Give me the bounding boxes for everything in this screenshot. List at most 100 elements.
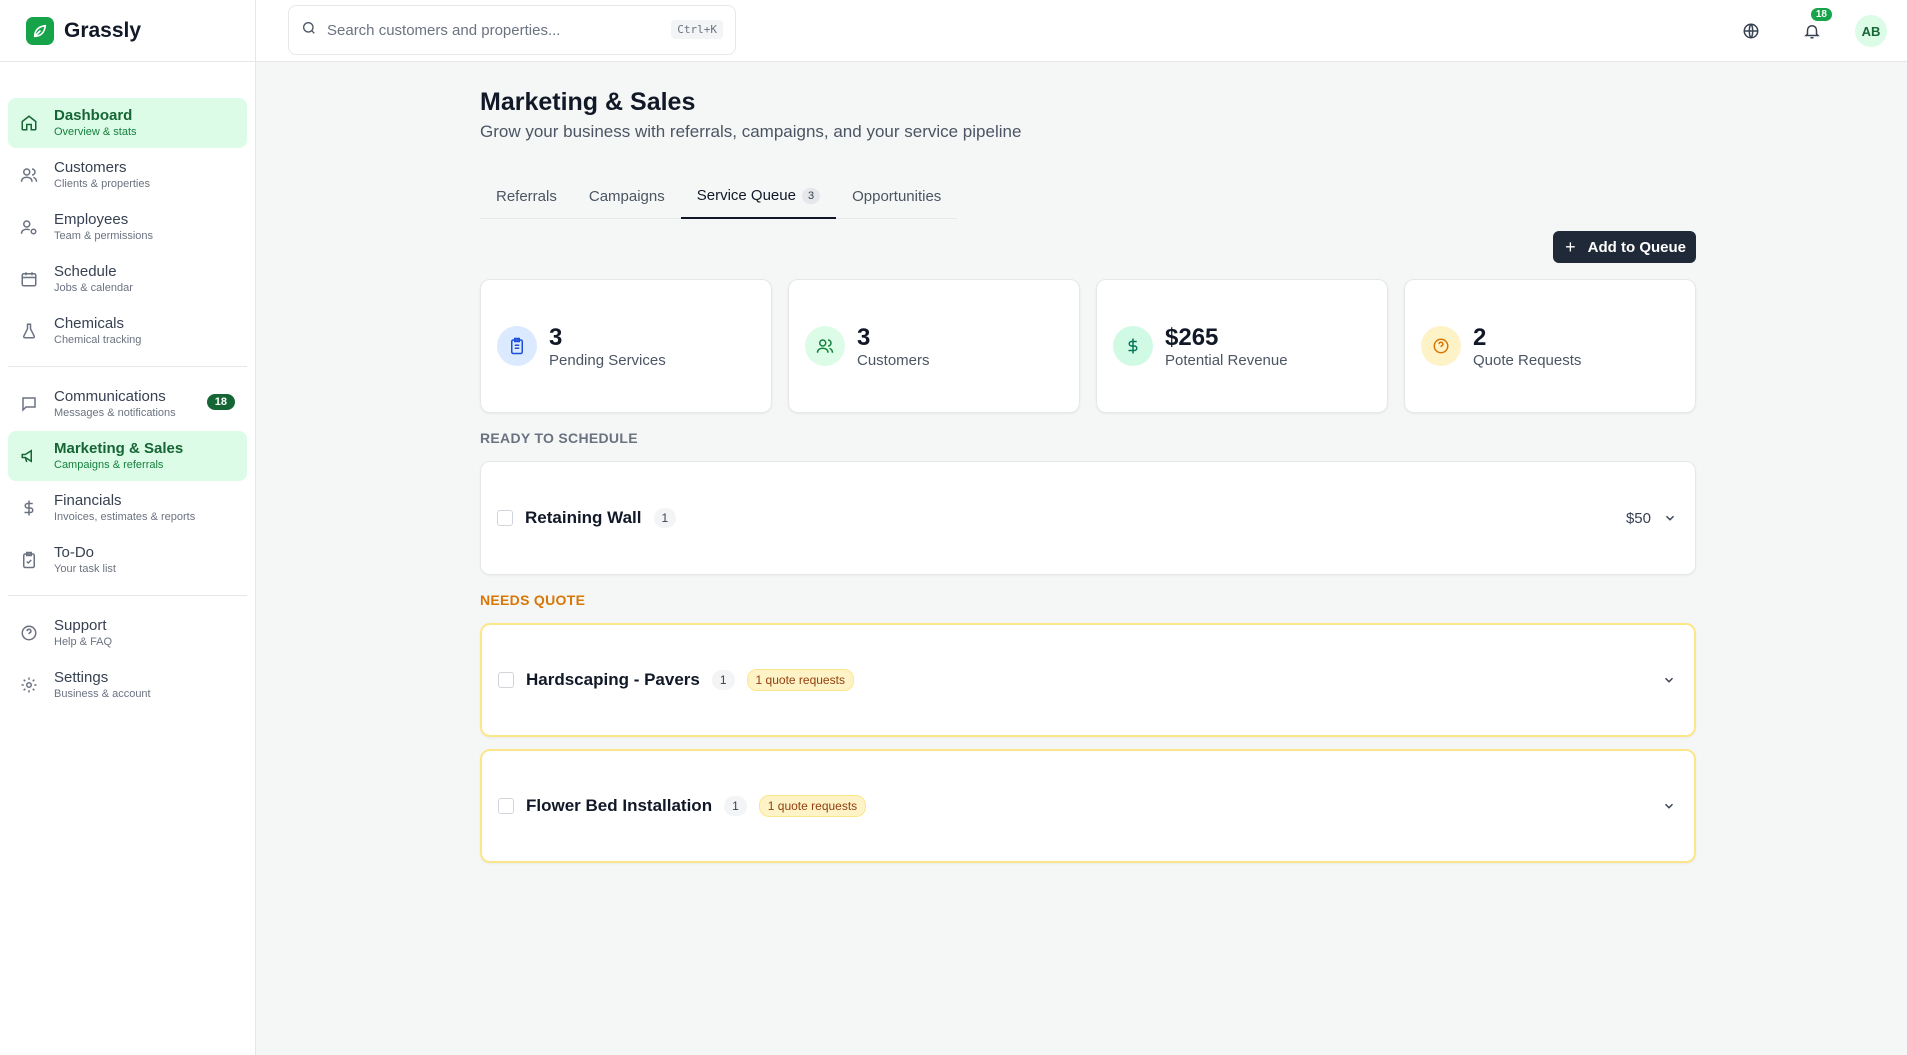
tab-label: Opportunities bbox=[852, 188, 942, 205]
stat-value: 2 bbox=[1473, 323, 1487, 351]
sidebar-item-label: Settings bbox=[54, 669, 109, 686]
stat-value: 3 bbox=[857, 323, 871, 351]
sidebar-item-label: To-Do bbox=[54, 544, 95, 561]
tab-service-queue[interactable]: Service Queue 3 bbox=[680, 174, 837, 219]
stat-card-revenue: $265 Potential Revenue bbox=[1096, 279, 1388, 413]
help-circle-icon bbox=[1421, 326, 1461, 366]
megaphone-icon bbox=[20, 444, 54, 468]
bell-icon[interactable]: 18 bbox=[1794, 8, 1832, 49]
sidebar-divider bbox=[8, 595, 247, 596]
stat-label: Quote Requests bbox=[1473, 351, 1582, 369]
queue-item-title: Hardscaping - Pavers bbox=[526, 670, 700, 689]
chevron-down-icon[interactable] bbox=[1663, 511, 1677, 525]
stat-value: 3 bbox=[549, 323, 563, 351]
sidebar-nav: Dashboard Overview & stats Customers Clien… bbox=[0, 62, 255, 710]
tab-opportunities[interactable]: Opportunities bbox=[836, 174, 957, 219]
sidebar-item-settings[interactable]: Settings Business & account bbox=[8, 660, 247, 710]
select-checkbox[interactable] bbox=[498, 798, 514, 814]
sidebar-divider bbox=[8, 366, 247, 367]
tab-label: Campaigns bbox=[588, 188, 665, 205]
sidebar-item-sub: Help & FAQ bbox=[54, 636, 113, 648]
search-input[interactable]: Search customers and properties... Ctrl+… bbox=[288, 5, 736, 55]
queue-item-price: $50 bbox=[1625, 509, 1651, 527]
queue-item-count: 1 bbox=[653, 508, 677, 528]
sidebar-item-label: Support bbox=[54, 617, 107, 634]
sidebar-item-label: Communications bbox=[54, 388, 166, 405]
tab-referrals[interactable]: Referrals bbox=[480, 174, 573, 219]
users-icon bbox=[20, 163, 54, 187]
select-checkbox[interactable] bbox=[497, 510, 513, 526]
sidebar-item-label: Financials bbox=[54, 492, 122, 509]
tab-campaigns[interactable]: Campaigns bbox=[573, 174, 681, 219]
chevron-down-icon[interactable] bbox=[1662, 673, 1676, 687]
unread-badge: 18 bbox=[206, 394, 235, 410]
sidebar-item-label: Dashboard bbox=[54, 107, 133, 124]
sidebar-item-label: Employees bbox=[54, 211, 129, 228]
sidebar-item-chemicals[interactable]: Chemicals Chemical tracking bbox=[8, 306, 247, 356]
section-heading-ready: READY TO SCHEDULE bbox=[480, 430, 638, 446]
stat-card-quotes: 2 Quote Requests bbox=[1404, 279, 1696, 413]
sidebar: Grassly Dashboard Overview & stats Custom… bbox=[0, 0, 256, 1055]
sidebar-item-sub: Invoices, estimates & reports bbox=[54, 511, 196, 523]
sidebar-item-label: Customers bbox=[54, 159, 127, 176]
avatar[interactable]: AB bbox=[1855, 15, 1887, 47]
queue-item-title: Flower Bed Installation bbox=[526, 796, 713, 815]
sidebar-item-label: Marketing & Sales bbox=[54, 440, 184, 457]
sidebar-item-financials[interactable]: Financials Invoices, estimates & reports bbox=[8, 483, 247, 533]
clipboard-check-icon bbox=[20, 548, 54, 572]
queue-item-count: 1 bbox=[711, 670, 735, 690]
sidebar-item-dashboard[interactable]: Dashboard Overview & stats bbox=[8, 98, 247, 148]
chevron-down-icon[interactable] bbox=[1662, 799, 1676, 813]
sidebar-item-marketing[interactable]: Marketing & Sales Campaigns & referrals bbox=[8, 431, 247, 481]
add-to-queue-button[interactable]: + Add to Queue bbox=[1553, 231, 1696, 263]
add-to-queue-label: Add to Queue bbox=[1587, 238, 1686, 256]
sidebar-item-sub: Business & account bbox=[54, 688, 151, 700]
sidebar-item-label: Chemicals bbox=[54, 315, 125, 332]
stat-value: $265 bbox=[1165, 323, 1219, 351]
sidebar-item-sub: Campaigns & referrals bbox=[54, 459, 164, 471]
stat-label: Potential Revenue bbox=[1165, 351, 1288, 369]
queue-item-flower-bed[interactable]: Flower Bed Installation 1 1 quote reques… bbox=[480, 749, 1696, 863]
sidebar-item-employees[interactable]: Employees Team & permissions bbox=[8, 202, 247, 252]
users-icon bbox=[805, 326, 845, 366]
message-icon bbox=[20, 392, 54, 416]
search-placeholder: Search customers and properties... bbox=[327, 21, 561, 39]
queue-item-count: 1 bbox=[724, 796, 747, 816]
search-shortcut: Ctrl+K bbox=[671, 20, 723, 39]
dollar-icon bbox=[1113, 326, 1153, 366]
home-icon bbox=[20, 111, 54, 135]
tab-label: Referrals bbox=[496, 188, 557, 205]
queue-item-retaining-wall[interactable]: Retaining Wall 1 $50 bbox=[480, 461, 1696, 575]
stat-label: Pending Services bbox=[549, 351, 666, 369]
sidebar-item-sub: Team & permissions bbox=[54, 230, 154, 242]
sidebar-item-sub: Jobs & calendar bbox=[54, 282, 133, 294]
plus-icon: + bbox=[1565, 236, 1576, 257]
section-heading-needs-quote: NEEDS QUOTE bbox=[480, 592, 586, 608]
sidebar-item-label: Schedule bbox=[54, 263, 117, 280]
sidebar-item-customers[interactable]: Customers Clients & properties bbox=[8, 150, 247, 200]
brand[interactable]: Grassly bbox=[0, 0, 255, 62]
queue-item-hardscaping[interactable]: Hardscaping - Pavers 1 1 quote requests bbox=[480, 623, 1696, 737]
sidebar-item-schedule[interactable]: Schedule Jobs & calendar bbox=[8, 254, 247, 304]
user-cog-icon bbox=[20, 215, 54, 239]
clipboard-list-icon bbox=[497, 326, 537, 366]
dollar-icon bbox=[20, 496, 54, 520]
tab-bar: Referrals Campaigns Service Queue 3 Oppor… bbox=[480, 174, 958, 219]
sidebar-item-communications[interactable]: Communications Messages & notifications 1… bbox=[8, 379, 247, 429]
stat-card-customers: 3 Customers bbox=[788, 279, 1080, 413]
sidebar-item-support[interactable]: Support Help & FAQ bbox=[8, 608, 247, 658]
queue-item-title: Retaining Wall bbox=[525, 508, 642, 527]
page-title: Marketing & Sales bbox=[480, 88, 696, 116]
sidebar-item-todo[interactable]: To-Do Your task list bbox=[8, 535, 247, 585]
sidebar-item-sub: Clients & properties bbox=[54, 178, 150, 190]
page-subtitle: Grow your business with referrals, campa… bbox=[480, 122, 1022, 141]
flask-icon bbox=[20, 319, 54, 343]
calendar-icon bbox=[20, 267, 54, 291]
select-checkbox[interactable] bbox=[498, 672, 514, 688]
globe-icon[interactable] bbox=[1733, 13, 1769, 49]
topbar: Search customers and properties... Ctrl+… bbox=[256, 0, 1907, 62]
stats-row: 3 Pending Services 3 Customers $265 Potenti… bbox=[480, 279, 1696, 413]
leaf-logo-icon bbox=[26, 16, 54, 45]
app-name: Grassly bbox=[64, 18, 142, 42]
stat-label: Customers bbox=[857, 351, 930, 369]
